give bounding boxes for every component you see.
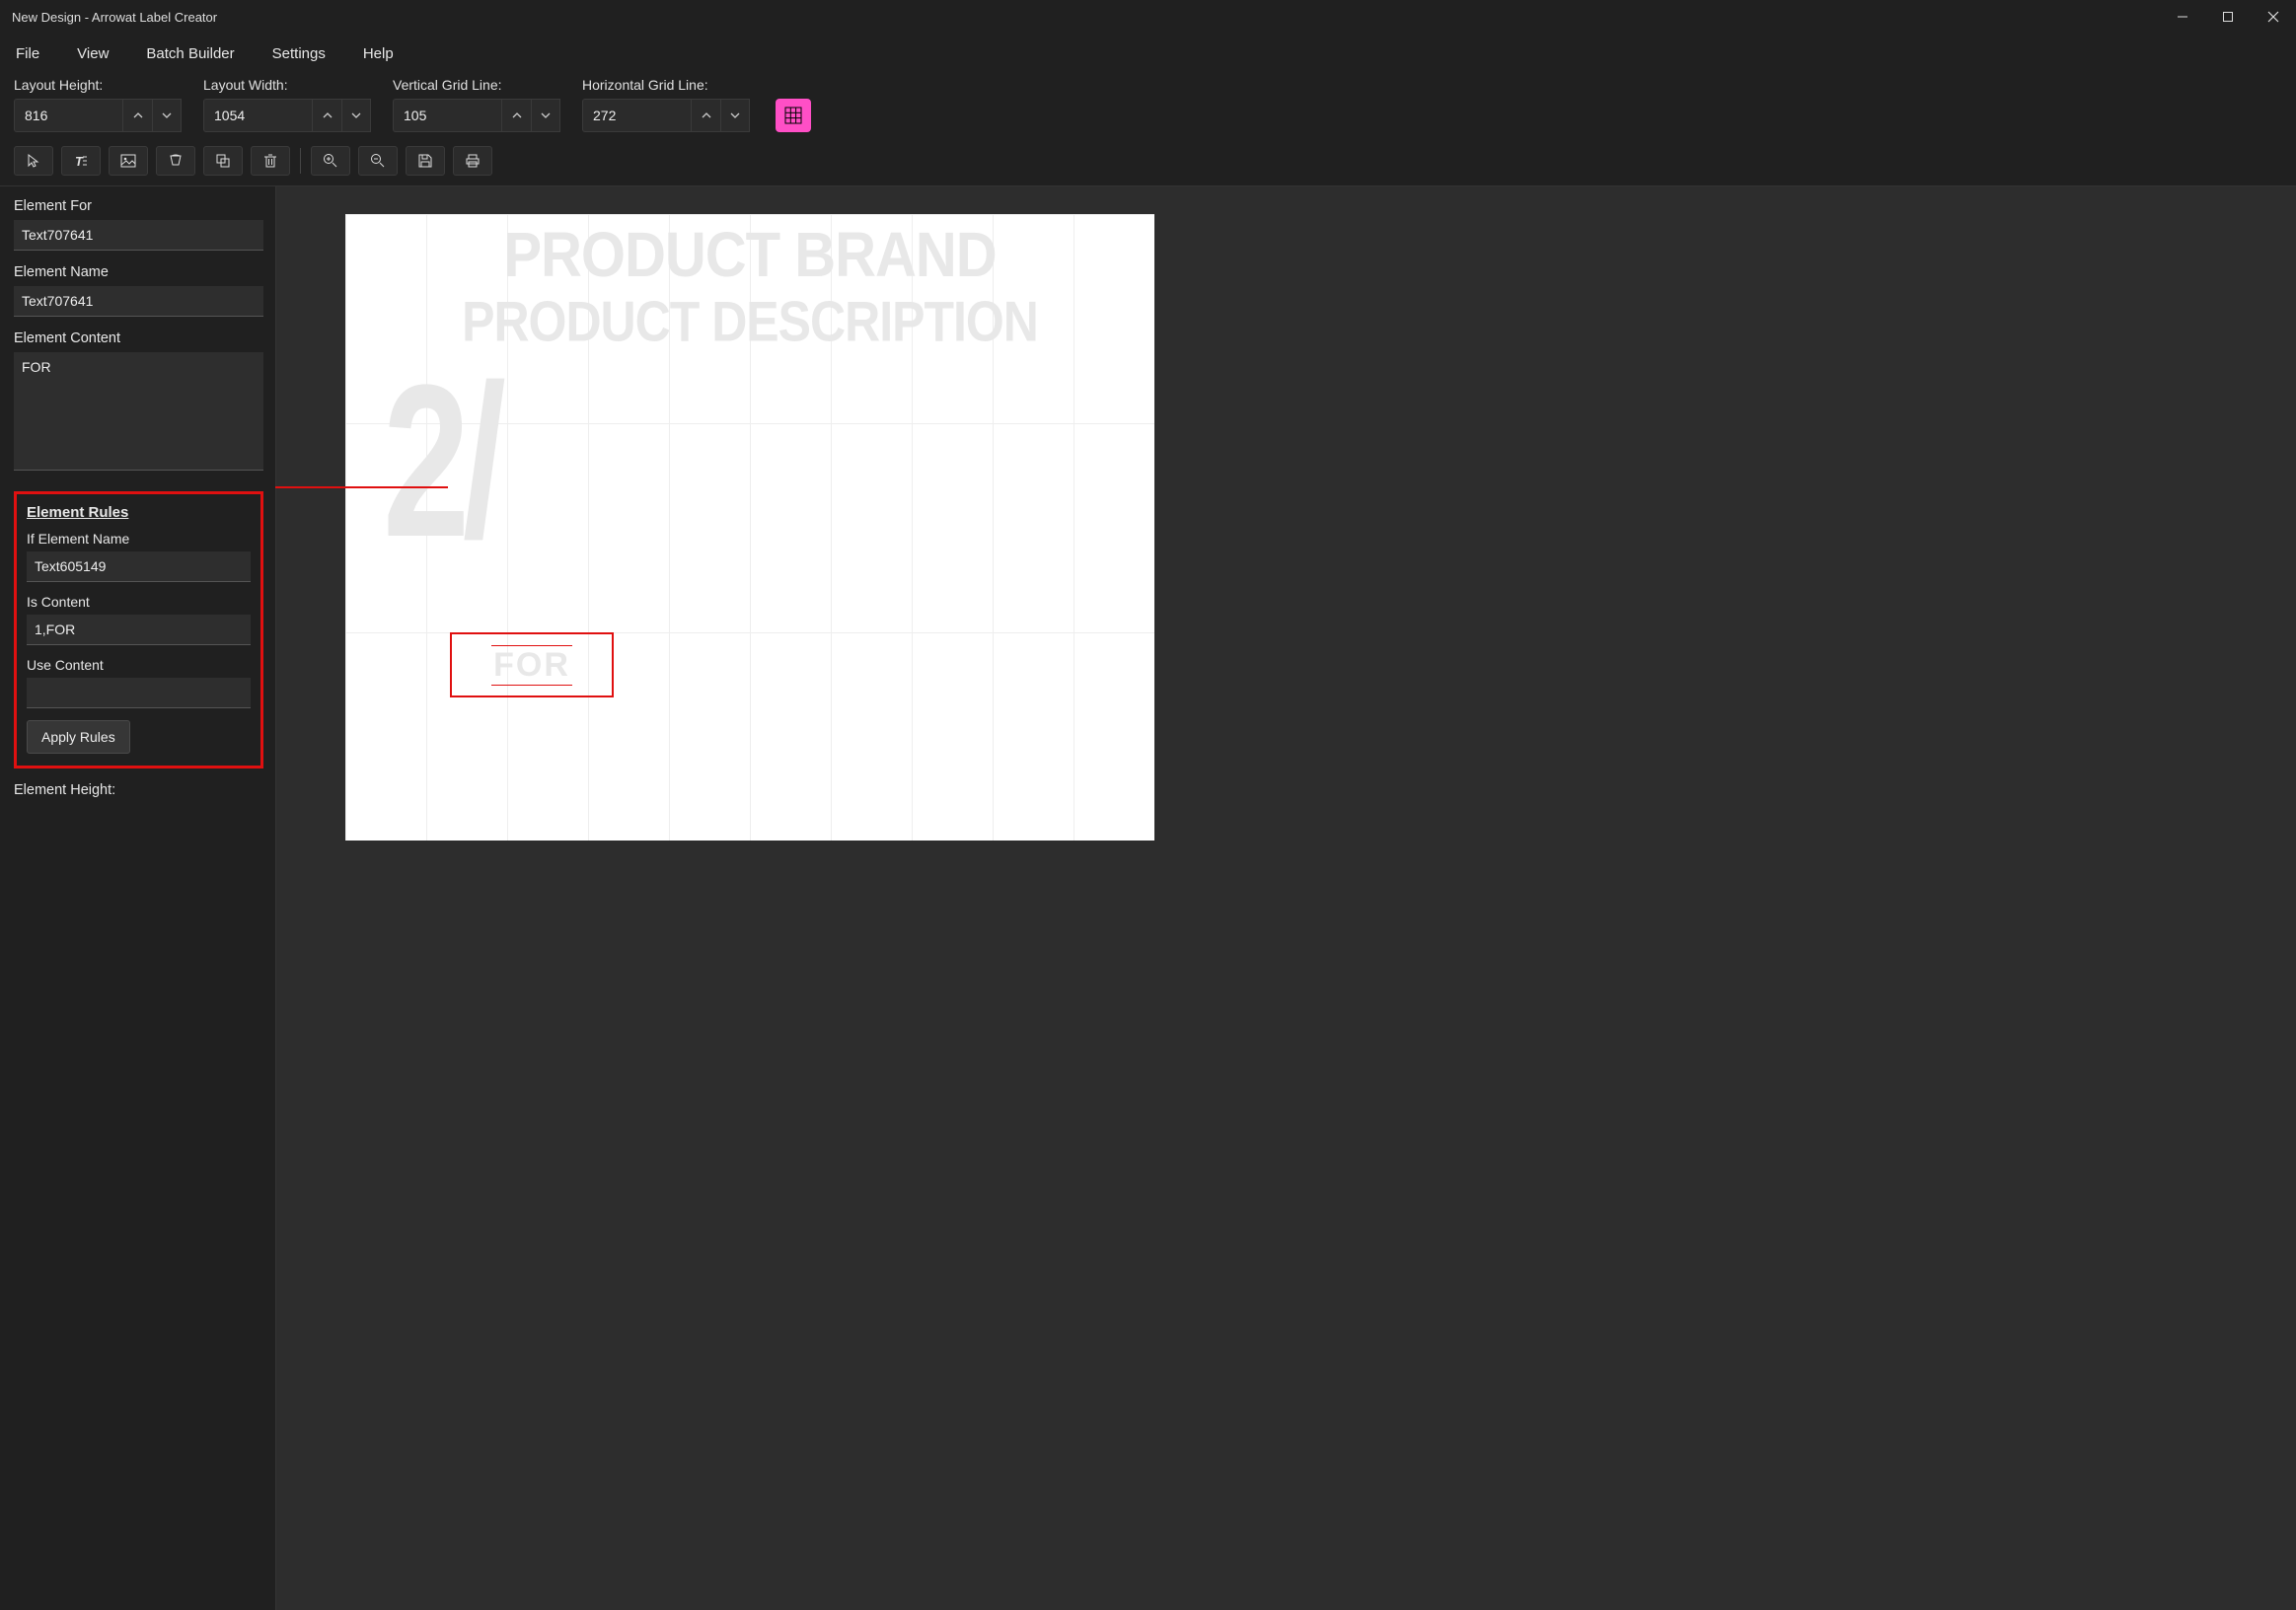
- title-bar: New Design - Arrowat Label Creator: [0, 0, 2296, 34]
- element-content-input[interactable]: FOR: [14, 352, 263, 471]
- close-button[interactable]: [2251, 0, 2296, 34]
- trash-icon: [262, 153, 278, 169]
- spinner-up-icon[interactable]: [501, 99, 531, 132]
- layout-height-spinner: [14, 99, 182, 132]
- layout-width-label: Layout Width:: [203, 77, 371, 93]
- menu-bar: File View Batch Builder Settings Help: [0, 34, 2296, 73]
- save-tool[interactable]: [406, 146, 445, 176]
- canvas-number-text[interactable]: 2/: [383, 352, 499, 569]
- text-tool[interactable]: T: [61, 146, 101, 176]
- if-element-name-label: If Element Name: [27, 531, 251, 547]
- copy-icon: [215, 153, 231, 169]
- print-tool[interactable]: [453, 146, 492, 176]
- label-canvas[interactable]: PRODUCT BRAND PRODUCT DESCRIPTION 2/ FOR: [345, 214, 1154, 841]
- element-height-label: Element Height:: [14, 782, 263, 798]
- horizontal-grid-group: Horizontal Grid Line:: [582, 77, 750, 132]
- image-icon: [120, 153, 136, 169]
- layout-controls-bar: Layout Height: Layout Width: Vertical Gr…: [0, 73, 2296, 142]
- layout-width-spinner: [203, 99, 371, 132]
- canvas-brand-text[interactable]: PRODUCT BRAND: [345, 219, 1154, 292]
- window-controls: [2160, 0, 2296, 34]
- vertical-grid-spinner: [393, 99, 560, 132]
- menu-settings[interactable]: Settings: [266, 41, 332, 66]
- vertical-grid-label: Vertical Grid Line:: [393, 77, 560, 93]
- pointer-icon: [26, 153, 41, 169]
- delete-tool[interactable]: [251, 146, 290, 176]
- zoom-in-icon: [323, 153, 338, 169]
- spinner-up-icon[interactable]: [312, 99, 341, 132]
- spinner-up-icon[interactable]: [122, 99, 152, 132]
- svg-text:T: T: [75, 154, 84, 169]
- horizontal-grid-input[interactable]: [582, 99, 691, 132]
- if-element-name-input[interactable]: [27, 551, 251, 582]
- spinner-down-icon[interactable]: [531, 99, 560, 132]
- is-content-input[interactable]: [27, 615, 251, 645]
- menu-help[interactable]: Help: [357, 41, 400, 66]
- zoom-out-tool[interactable]: [358, 146, 398, 176]
- image-tool[interactable]: [109, 146, 148, 176]
- element-rules-box: Element Rules If Element Name Is Content…: [14, 491, 263, 768]
- canvas-selected-element[interactable]: FOR: [450, 632, 614, 697]
- spinner-up-icon[interactable]: [691, 99, 720, 132]
- canvas-for-text: FOR: [491, 645, 572, 686]
- element-for-label: Element For: [14, 198, 263, 214]
- use-content-label: Use Content: [27, 657, 251, 673]
- layout-height-group: Layout Height:: [14, 77, 182, 132]
- vertical-grid-input[interactable]: [393, 99, 501, 132]
- copy-tool[interactable]: [203, 146, 243, 176]
- save-icon: [417, 153, 433, 169]
- grid-icon: [784, 107, 802, 124]
- element-name-label: Element Name: [14, 264, 263, 280]
- print-icon: [465, 153, 481, 169]
- element-name-input[interactable]: [14, 286, 263, 317]
- element-for-input[interactable]: [14, 220, 263, 251]
- minimize-button[interactable]: [2160, 0, 2205, 34]
- grid-toggle-button[interactable]: [776, 99, 811, 132]
- bucket-tool[interactable]: [156, 146, 195, 176]
- horizontal-grid-spinner: [582, 99, 750, 132]
- window-title: New Design - Arrowat Label Creator: [12, 10, 217, 25]
- tool-row: T: [0, 142, 2296, 185]
- element-content-label: Element Content: [14, 330, 263, 346]
- zoom-out-icon: [370, 153, 386, 169]
- layout-height-label: Layout Height:: [14, 77, 182, 93]
- menu-batch-builder[interactable]: Batch Builder: [140, 41, 240, 66]
- layout-width-input[interactable]: [203, 99, 312, 132]
- maximize-button[interactable]: [2205, 0, 2251, 34]
- is-content-label: Is Content: [27, 594, 251, 610]
- layout-height-input[interactable]: [14, 99, 122, 132]
- zoom-in-tool[interactable]: [311, 146, 350, 176]
- menu-file[interactable]: File: [10, 41, 45, 66]
- vertical-grid-group: Vertical Grid Line:: [393, 77, 560, 132]
- menu-view[interactable]: View: [71, 41, 114, 66]
- spinner-down-icon[interactable]: [341, 99, 371, 132]
- spinner-down-icon[interactable]: [720, 99, 750, 132]
- horizontal-grid-label: Horizontal Grid Line:: [582, 77, 750, 93]
- apply-rules-button[interactable]: Apply Rules: [27, 720, 130, 754]
- pointer-tool[interactable]: [14, 146, 53, 176]
- use-content-input[interactable]: [27, 678, 251, 708]
- element-rules-header: Element Rules: [27, 504, 251, 521]
- properties-panel: Element For Element Name Element Content…: [0, 186, 276, 1610]
- bucket-icon: [168, 153, 184, 169]
- layout-width-group: Layout Width:: [203, 77, 371, 132]
- text-icon: T: [73, 153, 89, 169]
- spinner-down-icon[interactable]: [152, 99, 182, 132]
- canvas-area[interactable]: PRODUCT BRAND PRODUCT DESCRIPTION 2/ FOR: [276, 186, 2296, 1610]
- tool-separator: [300, 148, 301, 174]
- main-area: Element For Element Name Element Content…: [0, 185, 2296, 1610]
